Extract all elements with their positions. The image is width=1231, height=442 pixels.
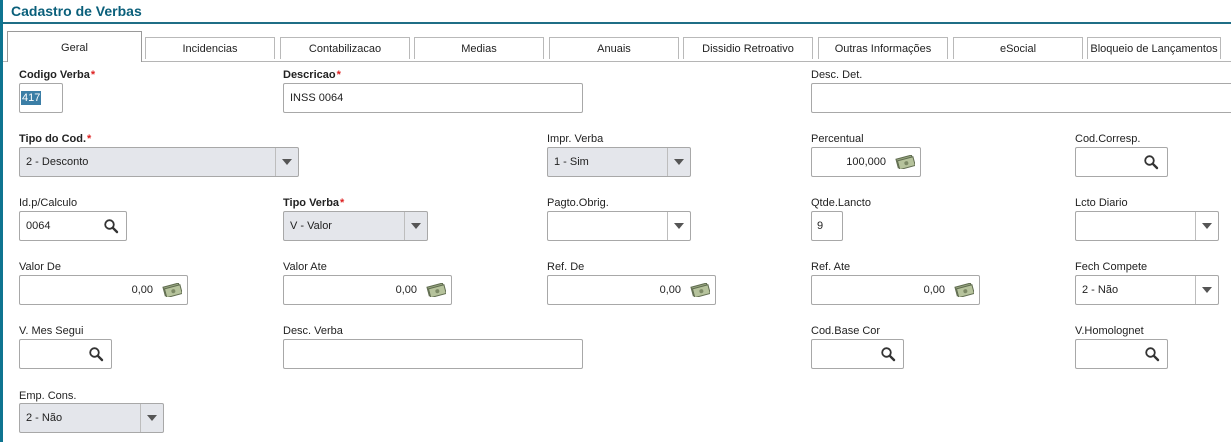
money-icon[interactable] (426, 283, 446, 297)
codigo-verba-label: Codigo Verba* (19, 69, 96, 81)
money-icon[interactable] (954, 283, 974, 297)
valor-de-label: Valor De (19, 261, 61, 273)
impr-verba-label: Impr. Verba (547, 133, 604, 145)
tab-esocial[interactable]: eSocial (953, 37, 1083, 59)
tipo-verba-select[interactable]: V - Valor (283, 211, 428, 241)
chevron-down-icon[interactable] (275, 148, 298, 176)
tipo-verba-value: V - Valor (290, 220, 332, 232)
cod-corresp-field[interactable] (1075, 147, 1168, 177)
impr-verba-value: 1 - Sim (554, 156, 589, 168)
tipo-verba-label: Tipo Verba* (283, 197, 345, 209)
id-calculo-label: Id.p/Calculo (19, 197, 78, 209)
emp-cons-value: 2 - Não (26, 412, 63, 424)
desc-verba-label: Desc. Verba (283, 325, 343, 337)
tab-outras-informacoes[interactable]: Outras Informações (818, 37, 948, 59)
search-icon[interactable] (88, 346, 104, 362)
descricao-value: INSS 0064 (290, 92, 344, 104)
qtde-lancto-label: Qtde.Lancto (811, 197, 871, 209)
percentual-field[interactable]: 100,000 (811, 147, 921, 177)
v-mes-segui-label: V. Mes Segui (19, 325, 84, 337)
cod-corresp-label: Cod.Corresp. (1075, 133, 1141, 145)
chevron-down-icon[interactable] (667, 212, 690, 240)
pagto-obrig-label: Pagto.Obrig. (547, 197, 609, 209)
search-icon[interactable] (880, 346, 896, 362)
valor-ate-label: Valor Ate (283, 261, 327, 273)
desc-det-label: Desc. Det. (811, 69, 863, 81)
desc-det-field[interactable] (811, 83, 1231, 113)
lcto-diario-select[interactable] (1075, 211, 1219, 241)
id-calculo-field[interactable]: 0064 (19, 211, 127, 241)
fech-compete-select[interactable]: 2 - Não (1075, 275, 1219, 305)
ref-de-field[interactable]: 0,00 (547, 275, 716, 305)
money-icon[interactable] (895, 155, 915, 169)
money-icon[interactable] (690, 283, 710, 297)
id-calculo-value: 0064 (26, 220, 51, 232)
page-title: Cadastro de Verbas (11, 3, 142, 19)
emp-cons-select[interactable]: 2 - Não (19, 403, 164, 433)
v-homolognet-label: V.Homolognet (1075, 325, 1144, 337)
chevron-down-icon[interactable] (1195, 212, 1218, 240)
left-border (0, 0, 3, 442)
valor-de-value: 0,00 (131, 284, 153, 296)
tab-anuais[interactable]: Anuais (549, 37, 679, 59)
v-homolognet-field[interactable] (1075, 339, 1168, 369)
qtde-lancto-field[interactable]: 9 (811, 211, 843, 241)
ref-ate-label: Ref. Ate (811, 261, 851, 273)
impr-verba-select[interactable]: 1 - Sim (547, 147, 691, 177)
chevron-down-icon[interactable] (404, 212, 427, 240)
title-divider (3, 22, 1231, 24)
desc-verba-field[interactable] (283, 339, 583, 369)
lcto-diario-label: Lcto Diario (1075, 197, 1128, 209)
tipo-cod-label: Tipo do Cod.* (19, 133, 92, 145)
codigo-verba-value: 417 (21, 91, 42, 105)
tab-contabilizacao[interactable]: Contabilizacao (280, 37, 410, 59)
search-icon[interactable] (103, 218, 119, 234)
money-icon[interactable] (162, 283, 182, 297)
qtde-lancto-value: 9 (817, 220, 824, 232)
cod-base-cor-field[interactable] (811, 339, 904, 369)
fech-compete-label: Fech Compete (1075, 261, 1148, 273)
chevron-down-icon[interactable] (667, 148, 690, 176)
chevron-down-icon[interactable] (1195, 276, 1218, 304)
fech-compete-value: 2 - Não (1082, 284, 1119, 296)
ref-ate-value: 0,00 (923, 284, 945, 296)
percentual-value: 100,000 (846, 156, 886, 168)
valor-ate-field[interactable]: 0,00 (283, 275, 452, 305)
cod-base-cor-label: Cod.Base Cor (811, 325, 881, 337)
tab-dissidio-retroativo[interactable]: Dissidio Retroativo (683, 37, 813, 59)
search-icon[interactable] (1144, 346, 1160, 362)
tab-incidencias[interactable]: Incidencias (145, 37, 275, 59)
descricao-field[interactable]: INSS 0064 (283, 83, 583, 113)
ref-de-value: 0,00 (659, 284, 681, 296)
emp-cons-label: Emp. Cons. (19, 390, 77, 402)
ref-ate-field[interactable]: 0,00 (811, 275, 980, 305)
v-mes-segui-field[interactable] (19, 339, 112, 369)
codigo-verba-field[interactable]: 417 (19, 83, 63, 113)
chevron-down-icon[interactable] (140, 404, 163, 432)
percentual-label: Percentual (811, 133, 864, 145)
valor-de-field[interactable]: 0,00 (19, 275, 188, 305)
valor-ate-value: 0,00 (395, 284, 417, 296)
tab-bar: Geral Incidencias Contabilizacao Medias … (3, 30, 1231, 62)
ref-de-label: Ref. De (547, 261, 585, 273)
tab-medias[interactable]: Medias (414, 37, 544, 59)
tipo-cod-select[interactable]: 2 - Desconto (19, 147, 299, 177)
tipo-cod-value: 2 - Desconto (26, 156, 89, 168)
tab-geral[interactable]: Geral (7, 31, 142, 62)
descricao-label: Descricao* (283, 69, 341, 81)
search-icon[interactable] (1143, 154, 1159, 170)
tab-divider (3, 61, 1231, 62)
tab-bloqueio-lancamentos[interactable]: Bloqueio de Lançamentos (1087, 37, 1221, 59)
pagto-obrig-select[interactable] (547, 211, 691, 241)
